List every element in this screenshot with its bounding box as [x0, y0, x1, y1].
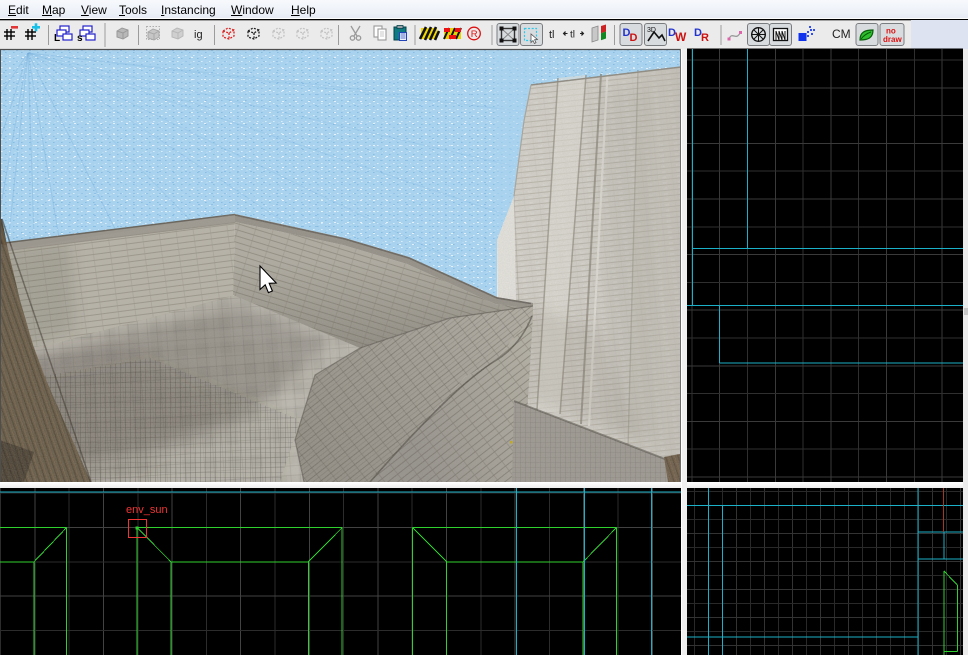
- svg-text:env_sun: env_sun: [126, 504, 168, 516]
